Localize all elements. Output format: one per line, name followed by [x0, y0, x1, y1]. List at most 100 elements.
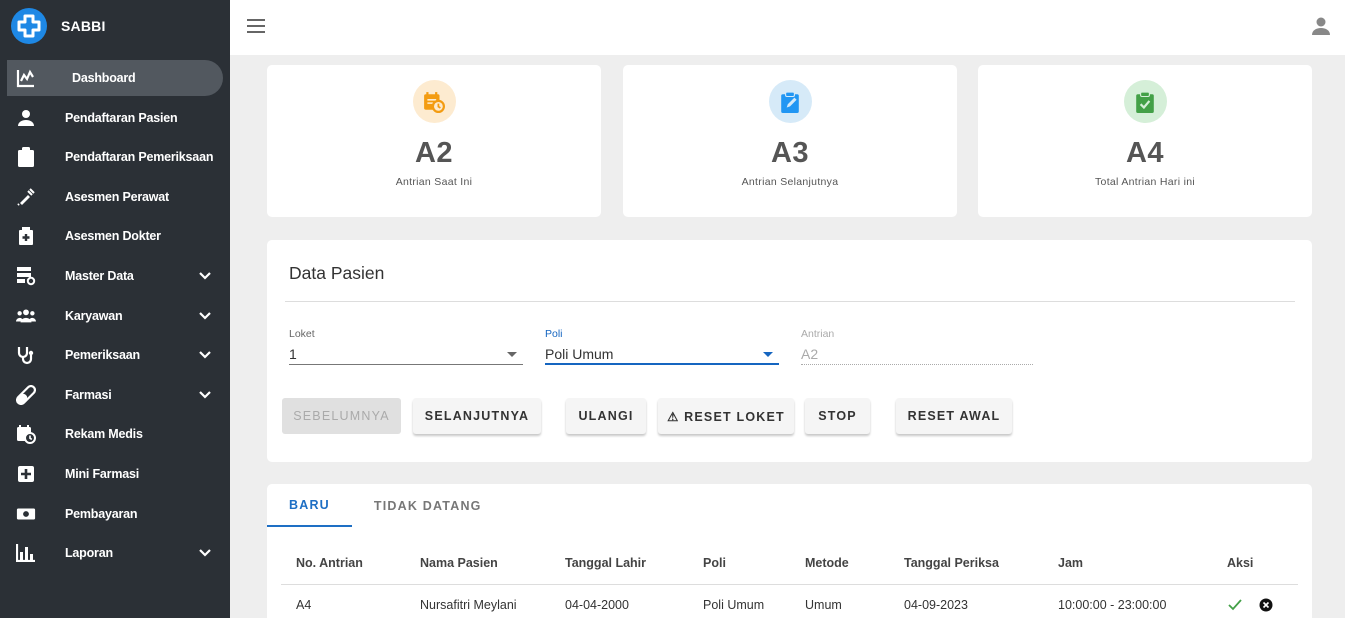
chevron-down-icon — [197, 308, 213, 324]
column-header[interactable]: No. Antrian — [281, 542, 405, 585]
chevron-down-icon — [197, 387, 213, 403]
sidebar-nav: Dashboard Pendaftaran Pasien Pendaftaran… — [0, 60, 230, 571]
sidebar-item-mini-farmasi[interactable]: Mini Farmasi — [0, 456, 230, 492]
sidebar-item-pembayaran[interactable]: Pembayaran — [0, 496, 230, 532]
close-circle-icon[interactable] — [1258, 597, 1274, 613]
stat-value: A3 — [770, 137, 810, 169]
person-icon — [16, 108, 36, 128]
sidebar-item-label: Master Data — [65, 268, 134, 283]
select-value-text: 1 — [289, 346, 297, 362]
queue-table-card: BARU TIDAK DATANG No. Antrian Nama Pasie… — [267, 484, 1312, 618]
loket-select[interactable]: Loket 1 — [289, 328, 523, 365]
poli-select-value[interactable]: Poli Umum — [545, 344, 779, 365]
chevron-down-icon — [197, 545, 213, 561]
tab-baru[interactable]: BARU — [267, 484, 352, 527]
stat-label: Total Antrian Hari ini — [1095, 176, 1195, 188]
field-value-text: A2 — [801, 346, 819, 362]
field-label: Antrian — [801, 328, 835, 340]
hamburger-menu-icon[interactable] — [246, 16, 266, 36]
column-header[interactable]: Nama Pasien — [405, 542, 550, 585]
loket-select-value[interactable]: 1 — [289, 344, 523, 365]
sidebar-item-laporan[interactable]: Laporan — [0, 535, 230, 571]
poli-select[interactable]: Poli Poli Umum — [545, 328, 779, 365]
people-icon — [16, 306, 36, 326]
table-cell: Umum — [805, 598, 842, 613]
selanjutnya-button[interactable]: SELANJUTNYA — [413, 398, 541, 434]
sidebar-item-karyawan[interactable]: Karyawan — [0, 298, 230, 334]
sidebar-item-farmasi[interactable]: Farmasi — [0, 377, 230, 413]
sidebar-item-label: Rekam Medis — [65, 427, 143, 442]
table-header-row: No. Antrian Nama Pasien Tanggal Lahir Po… — [281, 542, 1298, 585]
stat-card-total-queue: A4 Total Antrian Hari ini — [978, 65, 1312, 217]
stat-card-next-queue: A3 Antrian Selanjutnya — [623, 65, 957, 217]
cash-icon — [16, 504, 36, 524]
brand[interactable]: SABBI — [0, 0, 230, 52]
chevron-down-icon — [197, 347, 213, 363]
table-actions-cell — [1212, 584, 1298, 618]
sidebar-item-rekam-medis[interactable]: Rekam Medis — [0, 416, 230, 452]
sidebar-item-label: Asesmen Dokter — [65, 229, 161, 244]
sidebar-item-pemeriksaan[interactable]: Pemeriksaan — [0, 337, 230, 373]
sidebar-item-label: Pemeriksaan — [65, 348, 140, 363]
stethoscope-icon — [16, 345, 36, 365]
divider — [285, 301, 1295, 302]
top-bar — [230, 0, 1345, 55]
sidebar-item-label: Asesmen Perawat — [65, 189, 170, 204]
reset-awal-button[interactable]: RESET AWAL — [896, 398, 1012, 434]
sidebar-item-dashboard[interactable]: Dashboard — [7, 60, 223, 96]
column-header[interactable]: Tanggal Lahir — [550, 542, 688, 585]
tab-tidak-datang[interactable]: TIDAK DATANG — [352, 484, 504, 527]
table-cell: Poli Umum — [703, 598, 765, 613]
section-title: Data Pasien — [289, 263, 385, 283]
syringe-icon — [16, 187, 36, 207]
user-account-icon[interactable] — [1309, 14, 1333, 38]
sidebar-item-master-data[interactable]: Master Data — [0, 258, 230, 294]
queue-table: No. Antrian Nama Pasien Tanggal Lahir Po… — [281, 542, 1298, 618]
chevron-down-icon — [197, 268, 213, 284]
chart-line-icon — [16, 68, 36, 88]
table-cell: A4 — [296, 598, 312, 613]
dropdown-arrow-icon — [507, 352, 517, 357]
table-row: A4 Nursafitri Meylani 04-04-2000 Poli Um… — [281, 584, 1298, 618]
sidebar-item-label: Laporan — [65, 546, 113, 561]
sidebar-item-asesmen-dokter[interactable]: Asesmen Dokter — [0, 218, 230, 254]
table-cell: 04-09-2023 — [904, 598, 968, 613]
sidebar-item-label: Pendaftaran Pemeriksaan — [65, 150, 214, 165]
sidebar-item-label: Farmasi — [65, 387, 112, 402]
reset-loket-button[interactable]: ⚠ RESET LOKET — [658, 398, 794, 434]
calendar-clock-icon — [16, 424, 36, 445]
sidebar-item-label: Pendaftaran Pasien — [65, 110, 178, 125]
pill-icon — [16, 384, 36, 405]
stop-button[interactable]: STOP — [805, 398, 870, 434]
select-value-text: Poli Umum — [545, 345, 614, 362]
tabs: BARU TIDAK DATANG — [267, 484, 504, 527]
sidebar-item-label: Mini Farmasi — [65, 466, 140, 481]
stat-value: A4 — [1125, 137, 1165, 169]
sidebar-item-pendaftaran-pasien[interactable]: Pendaftaran Pasien — [0, 100, 230, 136]
stat-label: Antrian Selanjutnya — [741, 176, 839, 188]
ulangi-button[interactable]: ULANGI — [566, 398, 646, 434]
table-cell: Nursafitri Meylani — [420, 598, 517, 613]
sidebar-item-pendaftaran-pemeriksaan[interactable]: Pendaftaran Pemeriksaan — [0, 139, 230, 175]
column-header[interactable]: Metode — [790, 542, 889, 585]
column-header[interactable]: Jam — [1043, 542, 1212, 585]
column-header[interactable]: Tanggal Periksa — [889, 542, 1043, 585]
sidebar-item-label: Karyawan — [65, 308, 123, 323]
medical-bag-icon — [16, 226, 36, 246]
brand-logo-icon — [11, 8, 47, 44]
sidebar-item-label: Dashboard — [72, 71, 136, 85]
brand-name: SABBI — [61, 18, 106, 34]
column-header[interactable]: Poli — [688, 542, 790, 585]
sidebar: SABBI Dashboard Pendaftaran Pasien Penda… — [0, 0, 230, 618]
database-cog-icon — [16, 266, 36, 286]
field-label: Loket — [289, 328, 315, 340]
sidebar-item-label: Pembayaran — [65, 506, 138, 521]
check-icon[interactable] — [1227, 597, 1243, 613]
stat-card-current-queue: A2 Antrian Saat Ini — [267, 65, 601, 217]
calendar-clock-icon — [412, 80, 456, 123]
plus-box-icon — [16, 464, 36, 484]
sidebar-item-asesmen-perawat[interactable]: Asesmen Perawat — [0, 179, 230, 215]
table-cell: 04-04-2000 — [565, 598, 629, 613]
sebelumnya-button[interactable]: SEBELUMNYA — [282, 398, 401, 434]
antrian-field: Antrian A2 — [801, 328, 1033, 365]
